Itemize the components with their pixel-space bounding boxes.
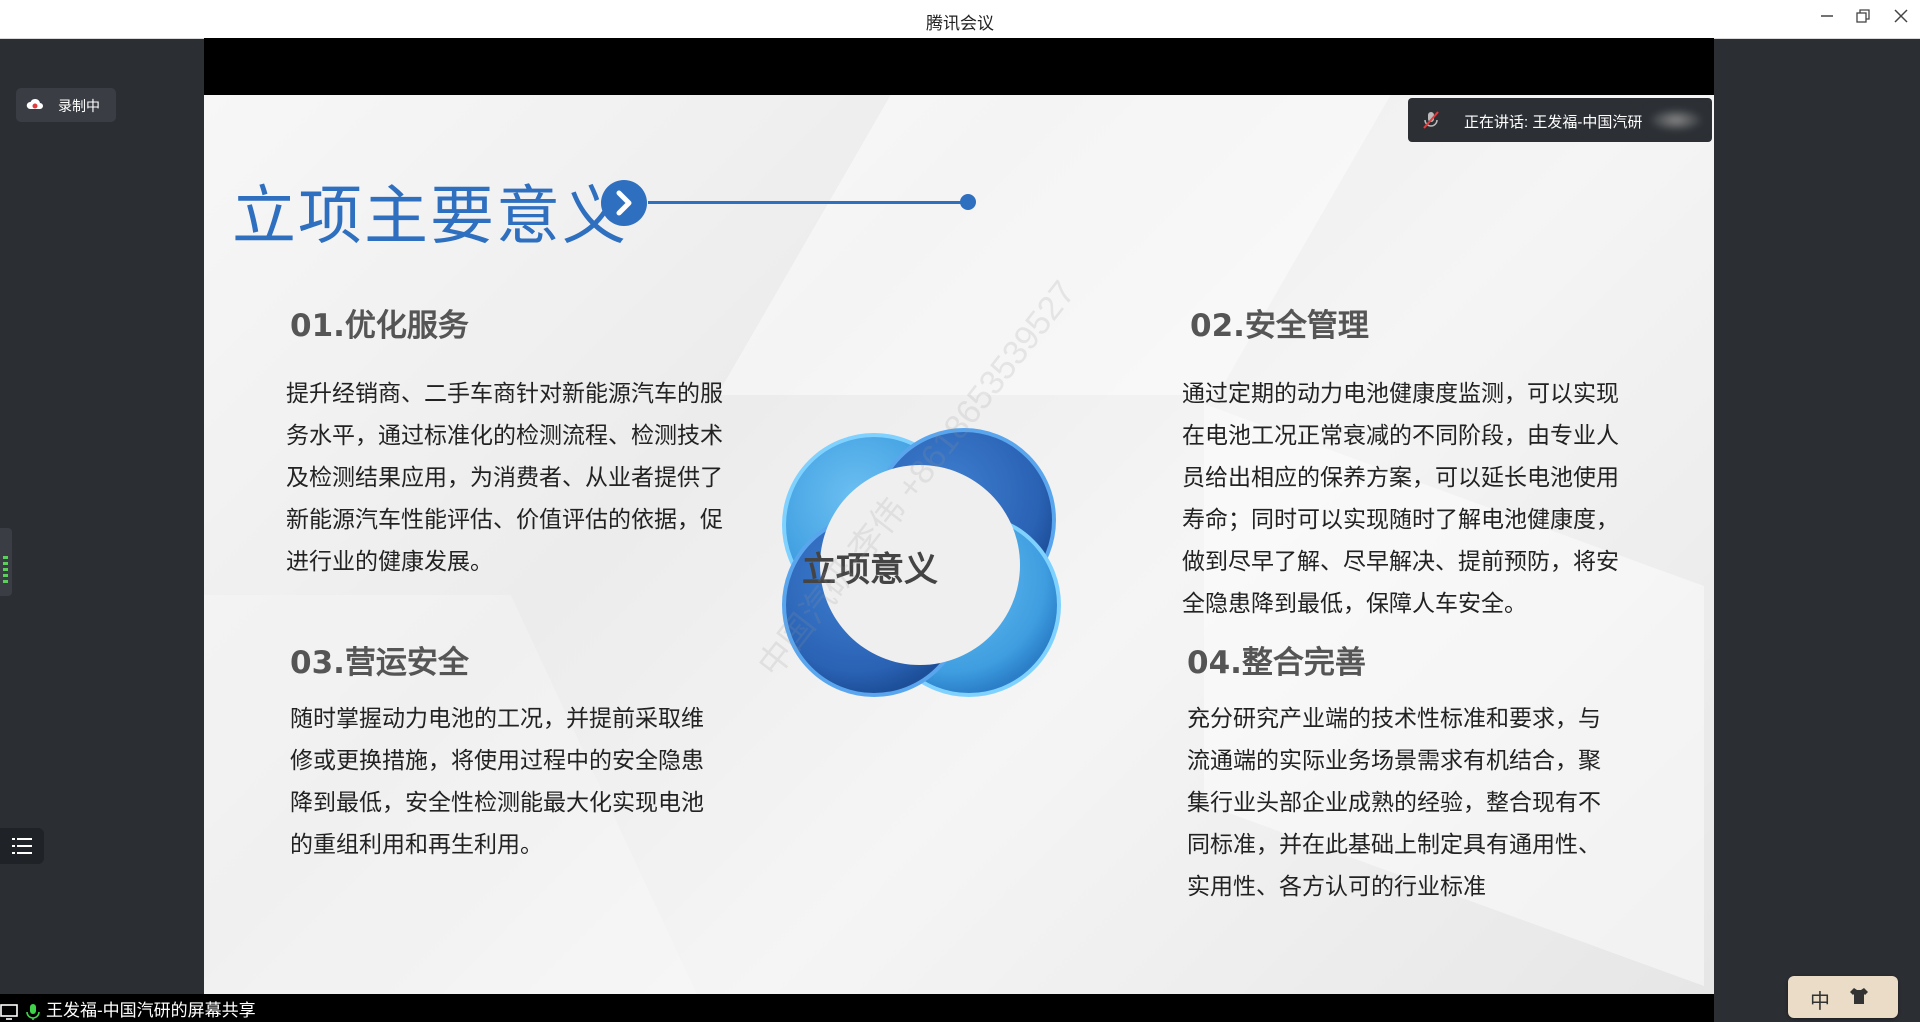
window-title: 腾讯会议 — [926, 14, 994, 33]
chevron-right-icon — [601, 180, 647, 226]
close-button[interactable] — [1890, 8, 1912, 30]
title-underline — [648, 201, 968, 204]
screen-share-text: 王发福-中国汽研的屏幕共享 — [46, 1001, 256, 1020]
close-icon — [1894, 9, 1908, 23]
background-facet — [717, 95, 1391, 395]
section-heading-2: 02.安全管理 — [1190, 308, 1369, 344]
title-line-dot — [960, 194, 976, 210]
ime-mode[interactable]: 中 — [1810, 985, 1830, 1014]
mic-muted-icon — [1423, 111, 1439, 129]
recording-indicator[interactable]: 录制中 — [16, 88, 116, 122]
section-heading-1: 01.优化服务 — [290, 308, 469, 344]
section-body-1: 提升经销商、二手车商针对新能源汽车的服务水平，通过标准化的检测流程、检测技术及检… — [286, 381, 723, 575]
audio-level-handle[interactable] — [0, 528, 12, 596]
section-body-3: 随时掌握动力电池的工况，并提前采取维修或更换措施，将使用过程中的安全隐患降到最低… — [290, 706, 704, 858]
presentation-slide: 立项主要意义 01.优化服务 提升经销商、二手车商针对新能源汽车的服务水平，通过… — [204, 95, 1714, 995]
restore-icon — [1856, 9, 1870, 23]
skin-icon[interactable] — [1848, 986, 1870, 1006]
screen-share-label: 王发福-中国汽研的屏幕共享 — [0, 996, 256, 1020]
member-list-button[interactable] — [0, 828, 44, 864]
screen-share-icon — [0, 1003, 18, 1020]
section-heading-3: 03.营运安全 — [290, 645, 469, 681]
cloud-record-icon — [26, 98, 43, 109]
list-icon — [12, 838, 32, 854]
microphone-icon — [26, 1003, 40, 1020]
speaking-indicator: 正在讲话: 王发福-中国汽研 — [1408, 98, 1712, 142]
speaking-text: 正在讲话: 王发福-中国汽研 — [1464, 114, 1643, 131]
section-body-4: 充分研究产业端的技术性标准和要求，与流通端的实际业务场景需求有机结合，聚集行业头… — [1187, 706, 1601, 900]
obscured-area — [1648, 108, 1704, 132]
minimize-icon — [1821, 15, 1833, 17]
bottom-bar — [0, 994, 1714, 1022]
minimize-button[interactable] — [1816, 8, 1838, 30]
slide-title: 立项主要意义 — [232, 180, 628, 254]
section-body-2: 通过定期的动力电池健康度监测，可以实现在电池工况正常衰减的不同阶段，由专业人员给… — [1182, 381, 1619, 617]
restore-button[interactable] — [1852, 8, 1874, 30]
recording-label: 录制中 — [58, 98, 100, 114]
section-heading-4: 04.整合完善 — [1187, 645, 1366, 681]
ime-toolbar[interactable]: 中 — [1788, 976, 1898, 1018]
window-titlebar: 腾讯会议 — [0, 0, 1920, 39]
